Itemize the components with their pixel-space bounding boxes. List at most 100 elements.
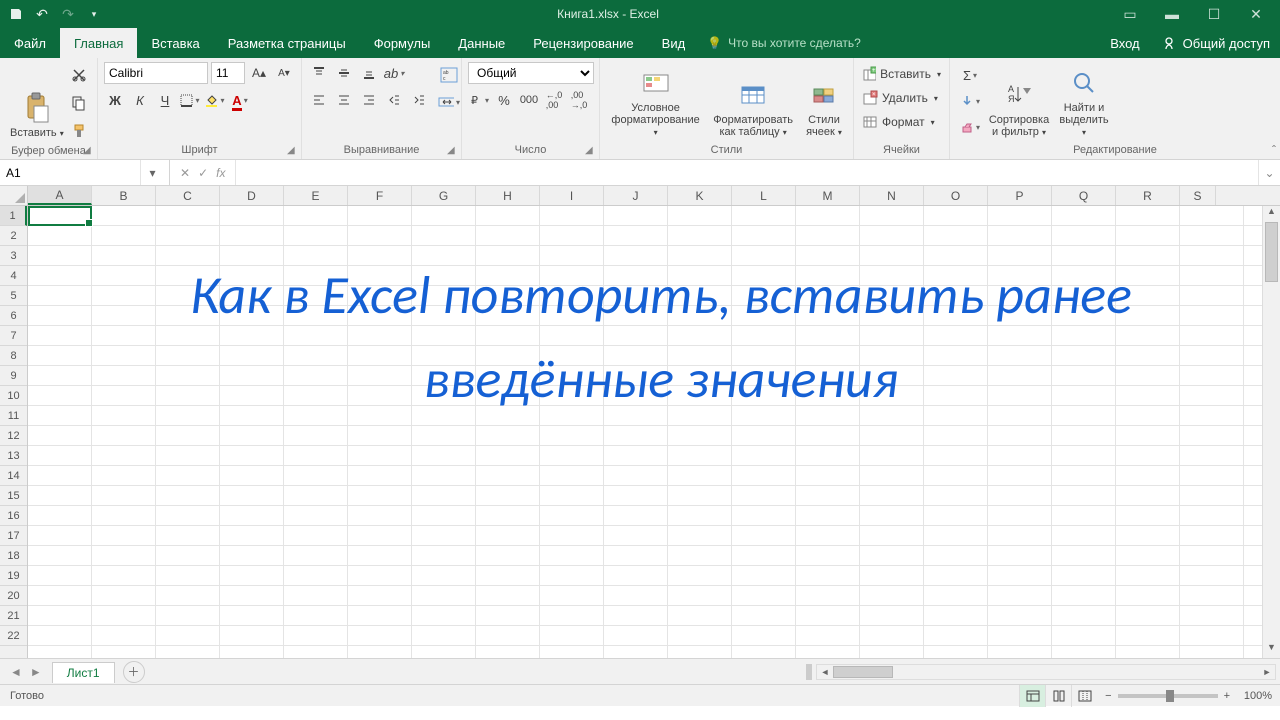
vertical-scrollbar[interactable]: ▲ ▼ bbox=[1262, 206, 1280, 658]
row-header[interactable]: 3 bbox=[0, 246, 27, 266]
ribbon-options-icon[interactable]: ▭ bbox=[1116, 0, 1144, 28]
row-header[interactable]: 8 bbox=[0, 346, 27, 366]
row-header[interactable]: 19 bbox=[0, 566, 27, 586]
minimize-button[interactable]: ▬ bbox=[1158, 0, 1186, 28]
col-header[interactable]: M bbox=[796, 186, 860, 205]
save-icon[interactable] bbox=[8, 6, 24, 22]
row-header[interactable]: 6 bbox=[0, 306, 27, 326]
col-header[interactable]: S bbox=[1180, 186, 1216, 205]
sign-in-button[interactable]: Вход bbox=[1096, 28, 1153, 58]
col-header[interactable]: L bbox=[732, 186, 796, 205]
sheet-nav-prev[interactable]: ◄ bbox=[8, 663, 24, 681]
view-page-layout-button[interactable] bbox=[1045, 685, 1071, 707]
qat-customize-icon[interactable]: ▾ bbox=[86, 6, 102, 22]
format-painter-button[interactable] bbox=[68, 120, 90, 142]
number-format-select[interactable]: Общий bbox=[468, 62, 594, 84]
row-header[interactable]: 20 bbox=[0, 586, 27, 606]
maximize-button[interactable]: ☐ bbox=[1200, 0, 1228, 28]
row-header[interactable]: 5 bbox=[0, 286, 27, 306]
cells-area[interactable]: Как в Excel повторить, вставить ранее вв… bbox=[28, 206, 1262, 658]
font-size-input[interactable] bbox=[211, 62, 245, 84]
col-header[interactable]: K bbox=[668, 186, 732, 205]
clear-button[interactable] bbox=[956, 116, 984, 138]
fill-color-button[interactable] bbox=[204, 89, 226, 111]
expand-formula-bar-icon[interactable]: ⌄ bbox=[1258, 160, 1280, 185]
zoom-out-button[interactable]: − bbox=[1105, 690, 1111, 702]
row-header[interactable]: 11 bbox=[0, 406, 27, 426]
view-normal-button[interactable] bbox=[1019, 685, 1045, 707]
col-header[interactable]: F bbox=[348, 186, 412, 205]
name-box-input[interactable] bbox=[0, 160, 140, 185]
select-all-corner[interactable] bbox=[0, 186, 28, 205]
new-sheet-button[interactable]: ＋ bbox=[123, 661, 145, 683]
row-header[interactable]: 9 bbox=[0, 366, 27, 386]
formula-input[interactable] bbox=[236, 160, 1258, 185]
font-color-button[interactable]: А bbox=[229, 89, 251, 111]
view-page-break-button[interactable] bbox=[1071, 685, 1097, 707]
paste-button[interactable]: Вставить ▾ bbox=[6, 62, 68, 142]
row-header[interactable]: 14 bbox=[0, 466, 27, 486]
tab-file[interactable]: Файл bbox=[0, 28, 60, 58]
underline-button[interactable]: Ч bbox=[154, 89, 176, 111]
copy-button[interactable] bbox=[68, 92, 90, 114]
align-left-button[interactable] bbox=[308, 89, 330, 111]
cell-styles-button[interactable]: Стили ячеек ▾ bbox=[801, 62, 847, 141]
font-name-input[interactable] bbox=[104, 62, 208, 84]
col-header[interactable]: H bbox=[476, 186, 540, 205]
row-header[interactable]: 10 bbox=[0, 386, 27, 406]
col-header[interactable]: P bbox=[988, 186, 1052, 205]
font-launcher-icon[interactable]: ◢ bbox=[287, 145, 299, 157]
align-top-button[interactable] bbox=[308, 62, 330, 84]
align-middle-button[interactable] bbox=[333, 62, 355, 84]
row-header[interactable]: 12 bbox=[0, 426, 27, 446]
find-select-button[interactable]: Найти и выделить ▾ bbox=[1054, 62, 1114, 141]
col-header[interactable]: I bbox=[540, 186, 604, 205]
comma-style-button[interactable]: 000 bbox=[518, 89, 540, 111]
align-bottom-button[interactable] bbox=[358, 62, 380, 84]
zoom-level[interactable]: 100% bbox=[1236, 690, 1272, 702]
row-header[interactable]: 21 bbox=[0, 606, 27, 626]
format-as-table-button[interactable]: Форматировать как таблицу ▾ bbox=[709, 62, 797, 141]
tab-data[interactable]: Данные bbox=[444, 28, 519, 58]
enter-formula-button[interactable]: ✓ bbox=[198, 166, 208, 180]
row-header[interactable]: 17 bbox=[0, 526, 27, 546]
sheet-tab[interactable]: Лист1 bbox=[52, 662, 115, 683]
row-header[interactable]: 15 bbox=[0, 486, 27, 506]
tab-split-handle[interactable] bbox=[806, 664, 812, 680]
undo-icon[interactable]: ↶ bbox=[34, 6, 50, 22]
tab-home[interactable]: Главная bbox=[60, 28, 137, 58]
col-header[interactable]: C bbox=[156, 186, 220, 205]
tab-view[interactable]: Вид bbox=[648, 28, 700, 58]
col-header[interactable]: Q bbox=[1052, 186, 1116, 205]
decrease-indent-button[interactable] bbox=[383, 89, 405, 111]
tab-page-layout[interactable]: Разметка страницы bbox=[214, 28, 360, 58]
collapse-ribbon-icon[interactable]: ˆ bbox=[1272, 143, 1276, 157]
tab-insert[interactable]: Вставка bbox=[137, 28, 213, 58]
col-header[interactable]: B bbox=[92, 186, 156, 205]
col-header[interactable]: A bbox=[28, 186, 92, 205]
delete-cells-button[interactable]: × Удалить▾ bbox=[860, 88, 943, 108]
zoom-slider[interactable] bbox=[1118, 694, 1218, 698]
fill-button[interactable] bbox=[956, 90, 984, 112]
horizontal-scrollbar[interactable]: ◄ ► bbox=[816, 664, 1276, 680]
row-header[interactable]: 2 bbox=[0, 226, 27, 246]
col-header[interactable]: D bbox=[220, 186, 284, 205]
tab-review[interactable]: Рецензирование bbox=[519, 28, 647, 58]
col-header[interactable]: J bbox=[604, 186, 668, 205]
conditional-formatting-button[interactable]: Условное форматирование ▾ bbox=[606, 62, 705, 141]
alignment-launcher-icon[interactable]: ◢ bbox=[447, 145, 459, 157]
col-header[interactable]: E bbox=[284, 186, 348, 205]
number-launcher-icon[interactable]: ◢ bbox=[585, 145, 597, 157]
row-header[interactable]: 22 bbox=[0, 626, 27, 646]
row-header[interactable]: 13 bbox=[0, 446, 27, 466]
clipboard-launcher-icon[interactable]: ◢ bbox=[83, 145, 95, 157]
accounting-format-button[interactable]: ₽ bbox=[468, 89, 490, 111]
zoom-in-button[interactable]: + bbox=[1224, 690, 1230, 702]
borders-button[interactable] bbox=[179, 89, 201, 111]
tab-formulas[interactable]: Формулы bbox=[360, 28, 445, 58]
col-header[interactable]: R bbox=[1116, 186, 1180, 205]
increase-font-button[interactable]: A▴ bbox=[248, 62, 270, 84]
row-header[interactable]: 16 bbox=[0, 506, 27, 526]
cut-button[interactable] bbox=[68, 64, 90, 86]
increase-decimal-button[interactable]: ←,0,00 bbox=[543, 89, 565, 111]
